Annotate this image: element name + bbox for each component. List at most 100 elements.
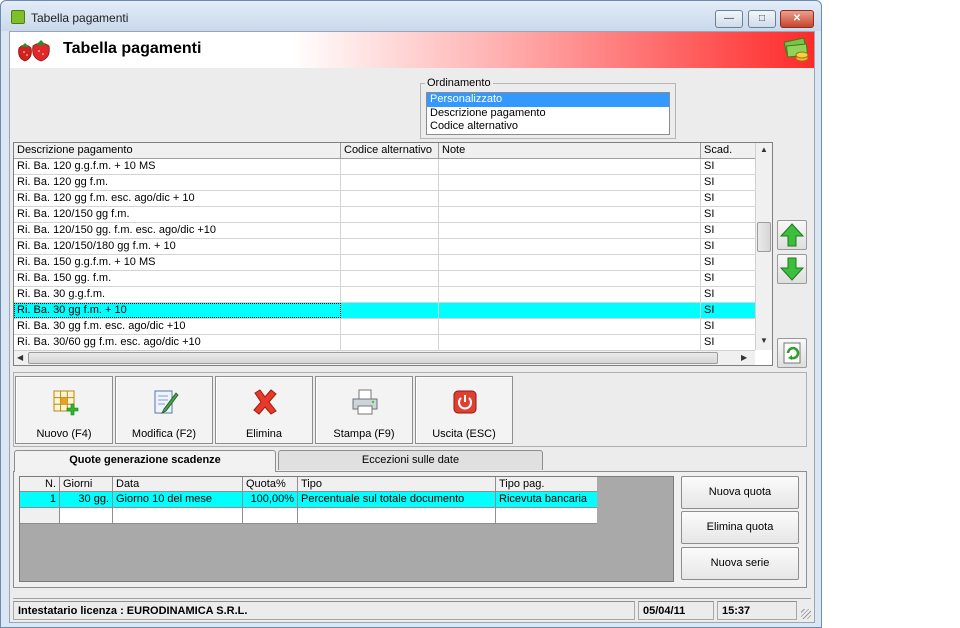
cell-descrizione: Ri. Ba. 30 gg f.m. + 10 xyxy=(14,303,341,318)
cell-codice xyxy=(341,191,439,206)
cell-scad: SI xyxy=(704,240,715,252)
column-header-giorni[interactable]: Giorni xyxy=(60,477,113,492)
move-up-button[interactable] xyxy=(777,220,807,250)
nuovo-label: Nuovo (F4) xyxy=(36,428,92,440)
uscita-label: Uscita (ESC) xyxy=(432,428,496,440)
scroll-up-arrow-icon[interactable]: ▲ xyxy=(760,145,768,154)
scroll-right-arrow-icon[interactable]: ▶ xyxy=(741,353,747,362)
cell-descrizione: Ri. Ba. 150 gg. f.m. xyxy=(14,271,341,286)
table-row[interactable]: Ri. Ba. 30 gg f.m. + 10 SI xyxy=(14,303,755,319)
cell-note xyxy=(439,271,701,286)
uscita-button[interactable]: Uscita (ESC) xyxy=(415,376,513,444)
quote-cell-tipo: Percentuale sul totale documento xyxy=(298,492,496,507)
refresh-document-icon xyxy=(783,342,801,364)
ordinamento-list[interactable]: Personalizzato Descrizione pagamento Cod… xyxy=(426,92,670,135)
resize-grip[interactable] xyxy=(801,609,811,619)
arrow-up-icon xyxy=(779,223,805,247)
ordinamento-option[interactable]: Codice alternativo xyxy=(427,120,669,134)
minimize-button[interactable]: — xyxy=(715,10,743,28)
cell-note xyxy=(439,159,701,174)
move-down-button[interactable] xyxy=(777,254,807,284)
delete-x-icon xyxy=(253,389,277,415)
printer-icon xyxy=(352,389,378,415)
horizontal-scroll-thumb[interactable] xyxy=(28,352,718,364)
cell-scad: SI xyxy=(704,160,715,172)
power-exit-icon xyxy=(453,390,477,414)
cell-scad: SI xyxy=(704,176,715,188)
title-bar[interactable]: Tabella pagamenti — □ ✕ xyxy=(1,1,821,31)
table-header: Descrizione pagamento Codice alternativo… xyxy=(14,143,755,159)
table-row[interactable]: Ri. Ba. 120/150 gg. f.m. esc. ago/dic +1… xyxy=(14,223,755,239)
column-header-tipo-pag[interactable]: Tipo pag. xyxy=(496,477,597,492)
scroll-left-arrow-icon[interactable]: ◀ xyxy=(17,353,23,362)
status-date: 05/04/11 xyxy=(638,601,714,620)
quote-table[interactable]: N. Giorni Data Quota% Tipo Tipo pag. 1 3… xyxy=(19,476,674,582)
column-header-scad[interactable]: Scad. xyxy=(701,143,755,159)
table-row[interactable]: Ri. Ba. 120 g.g.f.m. + 10 MS SI xyxy=(14,159,755,175)
payments-table[interactable]: Descrizione pagamento Codice alternativo… xyxy=(13,142,773,366)
nuova-serie-button[interactable]: Nuova serie xyxy=(681,547,799,580)
stampa-button[interactable]: Stampa (F9) xyxy=(315,376,413,444)
elimina-button[interactable]: Elimina xyxy=(215,376,313,444)
status-time: 15:37 xyxy=(717,601,797,620)
quote-table-header: N. Giorni Data Quota% Tipo Tipo pag. xyxy=(20,477,597,492)
nuova-quota-button[interactable]: Nuova quota xyxy=(681,476,799,509)
arrow-down-icon xyxy=(779,257,805,281)
vertical-scroll-thumb[interactable] xyxy=(757,222,771,252)
table-row[interactable]: Ri. Ba. 120/150/180 gg f.m. + 10 SI xyxy=(14,239,755,255)
cell-note xyxy=(439,255,701,270)
column-header-n[interactable]: N. xyxy=(20,477,60,492)
header-band: Tabella pagamenti xyxy=(10,32,814,68)
cell-scad: SI xyxy=(704,256,715,268)
quote-row[interactable]: 1 30 gg. Giorno 10 del mese 100,00% Perc… xyxy=(20,492,597,508)
table-row[interactable]: Ri. Ba. 150 g.g.f.m. + 10 MS SI xyxy=(14,255,755,271)
elimina-label: Elimina xyxy=(245,428,283,440)
horizontal-scrollbar[interactable]: ◀ ▶ xyxy=(14,350,755,365)
money-icon xyxy=(783,37,809,62)
column-header-data[interactable]: Data xyxy=(113,477,243,492)
cell-descrizione: Ri. Ba. 120/150 gg f.m. xyxy=(14,207,341,222)
vertical-scrollbar[interactable]: ▲ ▼ xyxy=(755,143,772,350)
column-header-descrizione[interactable]: Descrizione pagamento xyxy=(14,143,341,159)
quote-cell-empty xyxy=(60,508,113,523)
tab-quote[interactable]: Quote generazione scadenze xyxy=(14,450,276,472)
table-row[interactable]: Ri. Ba. 120/150 gg f.m. SI xyxy=(14,207,755,223)
column-header-quota[interactable]: Quota% xyxy=(243,477,298,492)
nuovo-button[interactable]: Nuovo (F4) xyxy=(15,376,113,444)
modifica-button[interactable]: Modifica (F2) xyxy=(115,376,213,444)
ordinamento-option[interactable]: Personalizzato xyxy=(427,93,669,107)
cell-codice xyxy=(341,175,439,190)
close-button[interactable]: ✕ xyxy=(780,10,814,28)
cell-codice xyxy=(341,223,439,238)
app-window: Tabella pagamenti — □ ✕ Tabella pagament… xyxy=(0,0,822,628)
maximize-button[interactable]: □ xyxy=(748,10,776,28)
cell-codice xyxy=(341,271,439,286)
quote-new-row[interactable] xyxy=(20,508,597,524)
cell-codice xyxy=(341,319,439,334)
table-row[interactable]: Ri. Ba. 30/60 gg f.m. esc. ago/dic +10 SI xyxy=(14,335,755,351)
table-row[interactable]: Ri. Ba. 120 gg f.m. SI xyxy=(14,175,755,191)
cell-note xyxy=(439,191,701,206)
table-row[interactable]: Ri. Ba. 30 gg f.m. esc. ago/dic +10 SI xyxy=(14,319,755,335)
cell-descrizione: Ri. Ba. 120/150 gg. f.m. esc. ago/dic +1… xyxy=(14,223,341,238)
scroll-down-arrow-icon[interactable]: ▼ xyxy=(760,336,768,345)
table-row[interactable]: Ri. Ba. 30 g.g.f.m. SI xyxy=(14,287,755,303)
cell-descrizione: Ri. Ba. 30 gg f.m. esc. ago/dic +10 xyxy=(14,319,341,334)
quote-cell-giorni: 30 gg. xyxy=(60,492,113,507)
column-header-tipo[interactable]: Tipo xyxy=(298,477,496,492)
cell-note xyxy=(439,223,701,238)
cell-scad: SI xyxy=(704,208,715,220)
elimina-quota-button[interactable]: Elimina quota xyxy=(681,511,799,544)
column-header-codice[interactable]: Codice alternativo xyxy=(341,143,439,159)
table-row[interactable]: Ri. Ba. 150 gg. f.m. SI xyxy=(14,271,755,287)
column-header-note[interactable]: Note xyxy=(439,143,701,159)
quote-cell-empty xyxy=(113,508,243,523)
cell-note xyxy=(439,175,701,190)
refresh-button[interactable] xyxy=(777,338,807,368)
ordinamento-group: Ordinamento Personalizzato Descrizione p… xyxy=(420,77,676,139)
table-row[interactable]: Ri. Ba. 120 gg f.m. esc. ago/dic + 10 SI xyxy=(14,191,755,207)
ordinamento-option[interactable]: Descrizione pagamento xyxy=(427,107,669,121)
tab-eccezioni[interactable]: Eccezioni sulle date xyxy=(278,450,543,470)
cell-descrizione: Ri. Ba. 120 g.g.f.m. + 10 MS xyxy=(14,159,341,174)
cell-descrizione: Ri. Ba. 150 g.g.f.m. + 10 MS xyxy=(14,255,341,270)
